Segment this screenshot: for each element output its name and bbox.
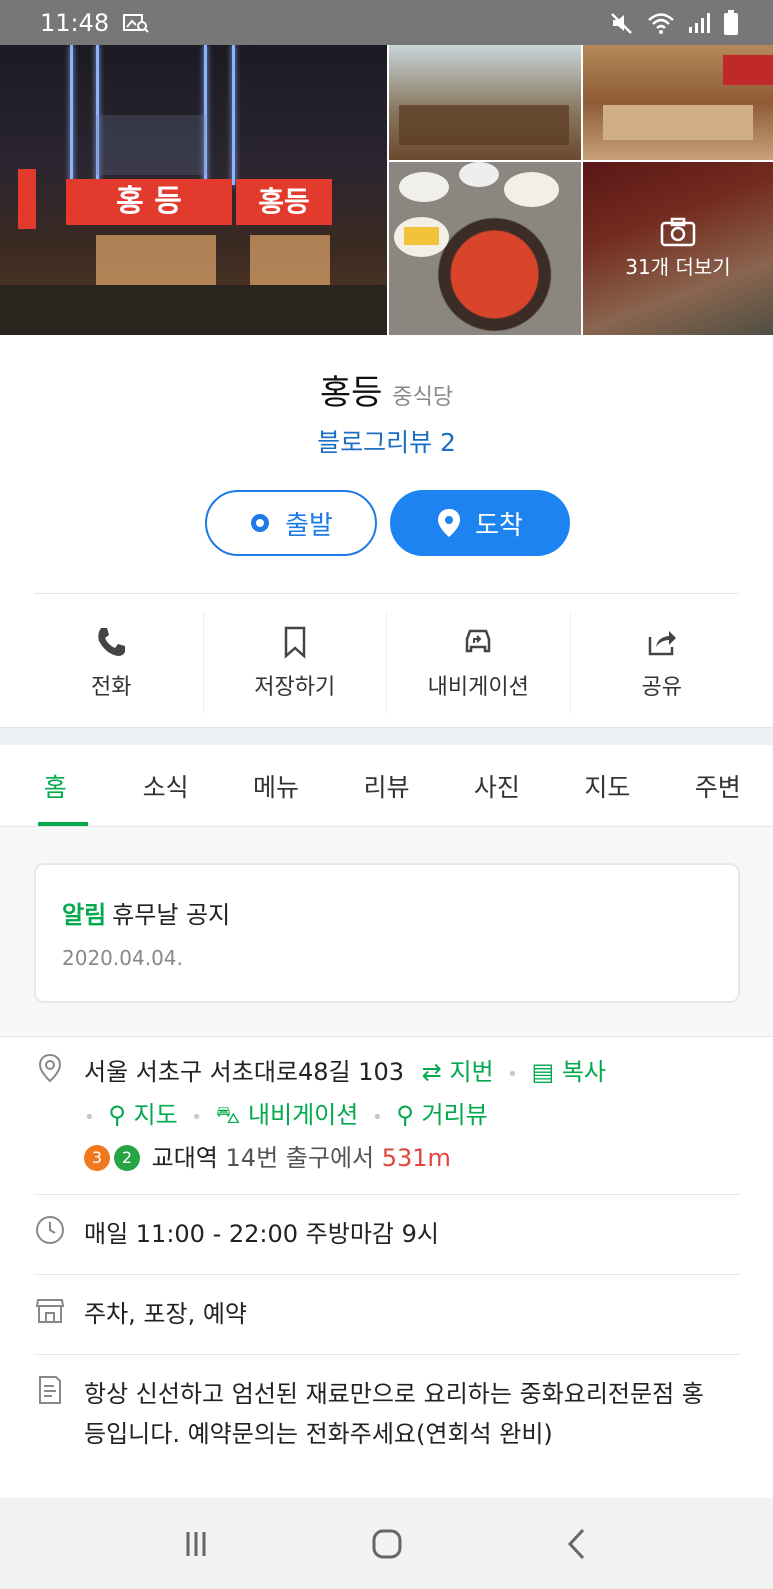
back-icon[interactable] — [558, 1524, 598, 1564]
share-icon — [648, 631, 676, 656]
divider — [34, 1354, 740, 1355]
lot-number-link[interactable]: ⇄ 지번 — [422, 1058, 494, 1086]
divider — [34, 1274, 740, 1275]
navi-link[interactable]: ⛍ 내비게이션 — [216, 1101, 359, 1129]
tab-bar: 홈 소식 메뉴 리뷰 사진 지도 주변 — [0, 745, 773, 827]
battery-icon — [724, 9, 738, 35]
app-screen: 11:48 홍 등 홍등 31개 더보기 홍등 중식당 블로그리뷰 2 출발 도… — [0, 0, 773, 1589]
storefront-sign-side: 홍등 — [236, 179, 332, 225]
tab-nearby[interactable]: 주변 — [663, 745, 773, 826]
more-photos-tile[interactable]: 31개 더보기 — [583, 162, 773, 335]
address-row: 서울 서초구 서초대로48길 103 ⇄ 지번 • ▤ 복사 • ⚲ 지도 • … — [34, 1052, 740, 1178]
info-section: 서울 서초구 서초대로48길 103 ⇄ 지번 • ▤ 복사 • ⚲ 지도 • … — [0, 1038, 773, 1498]
car-navigation-icon — [466, 629, 491, 653]
photo-gallery: 홍 등 홍등 31개 더보기 — [0, 45, 773, 335]
tab-review[interactable]: 리뷰 — [331, 745, 441, 826]
action-bar: 전화 저장하기 내비게이션 공유 — [20, 613, 753, 713]
separator-dot: • — [191, 1107, 202, 1128]
store-icon — [35, 1299, 65, 1323]
subway-line2-badge: 2 — [114, 1145, 140, 1171]
place-header: 홍등 중식당 블로그리뷰 2 출발 도착 전화 저장하기 내비게이션 공유 — [0, 335, 773, 725]
hours-text: 매일 11:00 - 22:00 주방마감 9시 — [84, 1220, 439, 1248]
address-text: 서울 서초구 서초대로48길 103 — [84, 1058, 405, 1086]
separator-dot: • — [371, 1107, 383, 1128]
status-bar: 11:48 — [0, 0, 773, 45]
depart-label: 출발 — [285, 510, 333, 541]
description-text: 항상 신선하고 엄선된 재료만으로 요리하는 중화요리전문점 홍등입니다. 예약… — [84, 1380, 704, 1448]
home-icon[interactable] — [367, 1524, 407, 1564]
hours-row[interactable]: 매일 11:00 - 22:00 주방마감 9시 — [34, 1214, 740, 1254]
subway-line3-badge: 3 — [84, 1145, 110, 1171]
call-button[interactable]: 전화 — [20, 613, 204, 713]
signal-icon — [689, 12, 710, 33]
food-photo-jjamppong[interactable] — [389, 162, 581, 335]
divider — [34, 593, 739, 594]
notice-card[interactable]: 알림 휴무날 공지 2020.04.04. — [34, 863, 740, 1003]
street-view-link[interactable]: ⚲ 거리뷰 — [396, 1101, 487, 1129]
tab-home[interactable]: 홈 — [0, 745, 110, 826]
notice-heading: 알림 휴무날 공지 — [62, 895, 712, 930]
save-label: 저장하기 — [254, 675, 336, 700]
depart-button[interactable]: 출발 — [205, 490, 377, 556]
divider — [34, 1194, 740, 1195]
bookmark-icon — [284, 626, 305, 659]
tab-photos[interactable]: 사진 — [442, 745, 552, 826]
navigation-button[interactable]: 내비게이션 — [387, 613, 571, 713]
interior-photo-1[interactable] — [389, 45, 581, 160]
origin-dot-icon — [251, 514, 270, 532]
more-photos-label: 31개 더보기 — [625, 255, 731, 279]
arrive-button[interactable]: 도착 — [390, 490, 570, 556]
amenities-text: 주차, 포장, 예약 — [84, 1300, 247, 1328]
system-nav-bar — [0, 1498, 773, 1589]
call-label: 전화 — [91, 675, 132, 700]
map-link[interactable]: ⚲ 지도 — [108, 1101, 177, 1129]
station-name: 교대역 — [151, 1144, 218, 1172]
location-pin-icon — [438, 509, 461, 537]
storefront-sign: 홍 등 — [66, 179, 232, 225]
station-distance: 531m — [381, 1144, 451, 1172]
station-exit: 14번 출구에서 — [225, 1144, 375, 1172]
tab-map[interactable]: 지도 — [552, 745, 662, 826]
tab-menu[interactable]: 메뉴 — [221, 745, 331, 826]
notice-title: 휴무날 공지 — [112, 901, 231, 929]
arrive-label: 도착 — [475, 510, 523, 541]
place-category: 중식당 — [392, 385, 454, 410]
separator-dot: • — [507, 1064, 518, 1085]
description-row: 항상 신선하고 엄선된 재료만으로 요리하는 중화요리전문점 홍등입니다. 예약… — [34, 1374, 740, 1454]
amenities-row: 주차, 포장, 예약 — [34, 1294, 740, 1334]
share-button[interactable]: 공유 — [571, 613, 754, 713]
location-pin-icon — [38, 1053, 62, 1083]
notice-tag: 알림 — [62, 901, 107, 929]
save-button[interactable]: 저장하기 — [204, 613, 387, 713]
storefront-photo[interactable]: 홍 등 홍등 — [0, 45, 387, 335]
navigation-label: 내비게이션 — [427, 675, 529, 700]
section-gap — [0, 727, 773, 745]
copy-link[interactable]: ▤ 복사 — [532, 1058, 606, 1086]
notice-section: 알림 휴무날 공지 2020.04.04. — [0, 827, 773, 1037]
interior-photo-2[interactable] — [583, 45, 773, 160]
wifi-icon — [648, 12, 674, 34]
place-name: 홍등 — [319, 373, 383, 413]
tab-news[interactable]: 소식 — [110, 745, 220, 826]
separator-dot: • — [84, 1107, 95, 1128]
camera-icon — [660, 217, 696, 247]
clock-icon — [36, 1216, 64, 1244]
status-time: 11:48 — [40, 8, 110, 37]
vertical-sign — [18, 169, 36, 229]
blog-review-link[interactable]: 블로그리뷰 2 — [0, 423, 773, 459]
mute-icon — [611, 12, 632, 34]
recent-apps-icon[interactable] — [176, 1524, 216, 1564]
document-icon — [39, 1376, 61, 1404]
share-label: 공유 — [641, 675, 682, 700]
gallery-search-icon — [123, 13, 149, 33]
phone-icon — [98, 628, 126, 656]
place-title-row: 홍등 중식당 — [0, 365, 773, 414]
notice-date: 2020.04.04. — [62, 946, 183, 970]
